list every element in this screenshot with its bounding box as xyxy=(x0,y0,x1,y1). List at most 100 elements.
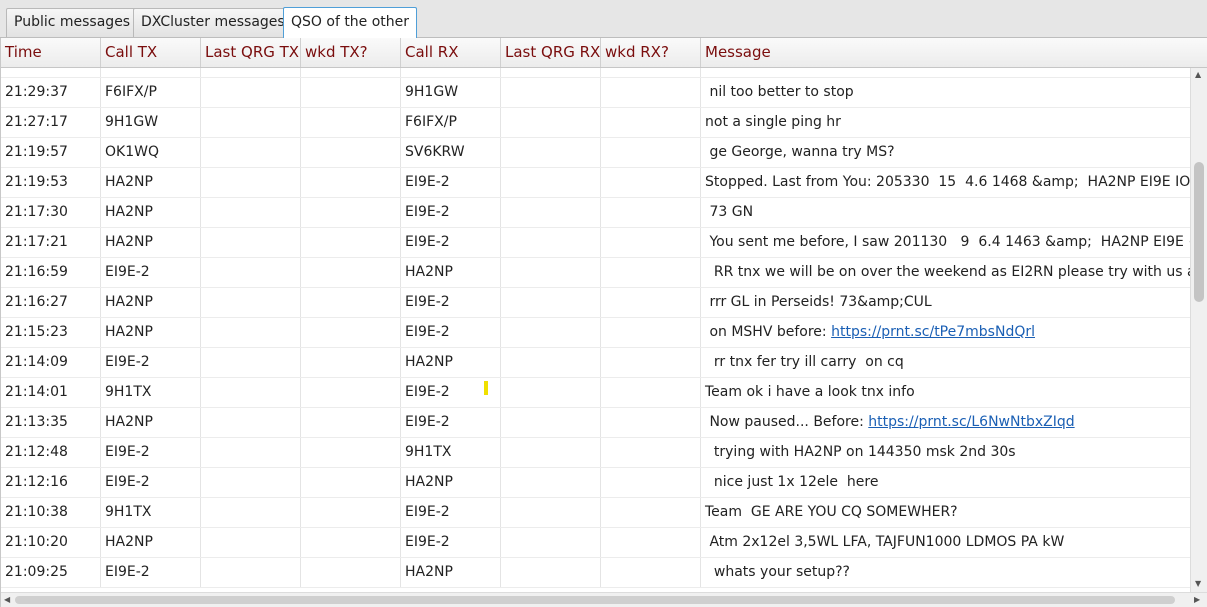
cell-wkd-rx xyxy=(601,498,701,527)
table-row[interactable]: 21:14:09 EI9E-2 HA2NP rr tnx fer try ill c… xyxy=(1,348,1190,378)
column-header-last-qrg-rx[interactable]: Last QRG RX xyxy=(501,38,601,67)
cell-message: not a single ping hr xyxy=(701,108,1190,137)
cell-last-qrg-tx xyxy=(201,78,301,107)
cell-call-rx: EI9E-2 xyxy=(401,168,501,197)
scroll-up-icon[interactable]: ▲ xyxy=(1195,70,1201,80)
cell-wkd-tx xyxy=(301,558,401,587)
cell-time: 21:10:20 xyxy=(1,528,101,557)
table-row[interactable]: 21:17:30 HA2NP EI9E-2 73 GN xyxy=(1,198,1190,228)
cell-wkd-rx xyxy=(601,68,701,77)
cell-call-rx: HA2NP xyxy=(401,348,501,377)
table-row[interactable]: 21:16:59 EI9E-2 HA2NP RR tnx we will be on… xyxy=(1,258,1190,288)
cell-last-qrg-tx xyxy=(201,288,301,317)
table-row[interactable]: 21:14:01 9H1TX EI9E-2 Team ok i have a look… xyxy=(1,378,1190,408)
cell-wkd-rx xyxy=(601,228,701,257)
column-header-message[interactable]: Message xyxy=(701,38,1207,67)
cell-last-qrg-rx xyxy=(501,168,601,197)
cell-message: rr tnx fer try ill carry on cq xyxy=(701,348,1190,377)
column-header-time[interactable]: Time xyxy=(1,38,101,67)
tab-qso-of-the-other[interactable]: QSO of the other xyxy=(283,7,418,38)
cell-call-tx: F6IFX/P xyxy=(101,78,201,107)
cell-wkd-rx xyxy=(601,348,701,377)
cell-time: 21:19:53 xyxy=(1,168,101,197)
cell-last-qrg-tx xyxy=(201,498,301,527)
table-row[interactable]: 21:10:38 9H1TX EI9E-2 Team GE ARE YOU CQ SO… xyxy=(1,498,1190,528)
cell-call-tx: HA2NP xyxy=(101,528,201,557)
cell-last-qrg-tx xyxy=(201,348,301,377)
cell-message: on MSHV before: https://prnt.sc/tPe7mbsN… xyxy=(701,318,1190,347)
scroll-down-icon[interactable]: ▼ xyxy=(1195,579,1201,589)
horizontal-scroll-thumb[interactable] xyxy=(15,596,1175,604)
table-row[interactable]: 21:15:23 HA2NP EI9E-2 on MSHV before: http… xyxy=(1,318,1190,348)
message-link[interactable]: https://prnt.sc/L6NwNtbxZIqd xyxy=(868,414,1074,430)
cell-call-tx xyxy=(101,68,201,77)
horizontal-scrollbar[interactable]: ◀ ▶ xyxy=(1,592,1207,607)
scroll-left-icon[interactable]: ◀ xyxy=(4,595,10,605)
cell-call-tx: EI9E-2 xyxy=(101,558,201,587)
cell-wkd-tx xyxy=(301,318,401,347)
cell-wkd-rx xyxy=(601,528,701,557)
cell-last-qrg-tx xyxy=(201,108,301,137)
cell-wkd-tx xyxy=(301,528,401,557)
cell-wkd-tx xyxy=(301,438,401,467)
cell-wkd-tx xyxy=(301,78,401,107)
table-row[interactable]: 21:17:21 HA2NP EI9E-2 You sent me before, … xyxy=(1,228,1190,258)
cell-wkd-rx xyxy=(601,138,701,167)
cell-call-tx: HA2NP xyxy=(101,198,201,227)
message-link[interactable]: https://prnt.sc/tPe7mbsNdQrl xyxy=(831,324,1035,340)
cell-last-qrg-tx xyxy=(201,198,301,227)
table-row[interactable]: 21:29:37 F6IFX/P 9H1GW nil too better to s… xyxy=(1,78,1190,108)
column-header-last-qrg-tx[interactable]: Last QRG TX xyxy=(201,38,301,67)
message-text: You sent me before, I saw 201130 9 6.4 1… xyxy=(705,234,1190,250)
table-row-partial[interactable] xyxy=(1,68,1190,78)
cell-last-qrg-tx xyxy=(201,318,301,347)
cell-call-tx: 9H1TX xyxy=(101,378,201,407)
tab-dxcluster-messages[interactable]: DXCluster messages xyxy=(133,8,293,37)
cell-wkd-rx xyxy=(601,168,701,197)
vertical-scroll-thumb[interactable] xyxy=(1194,162,1204,302)
table-row[interactable]: 21:16:27 HA2NP EI9E-2 rrr GL in Perseids! … xyxy=(1,288,1190,318)
cell-time: 21:12:48 xyxy=(1,438,101,467)
column-header-call-rx[interactable]: Call RX xyxy=(401,38,501,67)
cell-last-qrg-tx xyxy=(201,468,301,497)
cell-last-qrg-rx xyxy=(501,228,601,257)
cell-last-qrg-rx xyxy=(501,78,601,107)
tab-bar: Public messages DXCluster messages QSO o… xyxy=(0,0,1207,38)
table-row[interactable]: 21:12:16 EI9E-2 HA2NP nice just 1x 12ele h… xyxy=(1,468,1190,498)
cell-last-qrg-rx xyxy=(501,68,601,77)
table-row[interactable]: 21:19:57 OK1WQ SV6KRW ge George, wanna try… xyxy=(1,138,1190,168)
cell-call-rx: HA2NP xyxy=(401,258,501,287)
cell-time: 21:15:23 xyxy=(1,318,101,347)
cell-call-rx: 9H1GW xyxy=(401,78,501,107)
cell-time xyxy=(1,68,101,77)
cell-wkd-tx xyxy=(301,108,401,137)
qso-table: Time Call TX Last QRG TX wkd TX? Call RX… xyxy=(0,38,1207,607)
cell-wkd-rx xyxy=(601,318,701,347)
cell-message xyxy=(701,68,1190,77)
table-row[interactable]: 21:19:53 HA2NP EI9E-2 Stopped. Last from Yo… xyxy=(1,168,1190,198)
table-row[interactable]: 21:12:48 EI9E-2 9H1TX trying with HA2NP on… xyxy=(1,438,1190,468)
cell-call-tx: 9H1TX xyxy=(101,498,201,527)
cell-last-qrg-rx xyxy=(501,498,601,527)
table-row[interactable]: 21:27:17 9H1GW F6IFX/P not a single ping hr xyxy=(1,108,1190,138)
cell-call-rx: EI9E-2 xyxy=(401,198,501,227)
cell-wkd-rx xyxy=(601,78,701,107)
cell-message: You sent me before, I saw 201130 9 6.4 1… xyxy=(701,228,1190,257)
message-text: rr tnx fer try ill carry on cq xyxy=(705,354,904,370)
table-row[interactable]: 21:10:20 HA2NP EI9E-2 Atm 2x12el 3,5WL LFA… xyxy=(1,528,1190,558)
column-header-call-tx[interactable]: Call TX xyxy=(101,38,201,67)
cell-last-qrg-rx xyxy=(501,528,601,557)
scroll-right-icon[interactable]: ▶ xyxy=(1194,595,1200,605)
cell-wkd-tx xyxy=(301,468,401,497)
cell-call-rx: EI9E-2 xyxy=(401,528,501,557)
cell-last-qrg-rx xyxy=(501,108,601,137)
table-row[interactable]: 21:09:25 EI9E-2 HA2NP whats your setup?? xyxy=(1,558,1190,588)
cell-message: Team GE ARE YOU CQ SOMEWHER? xyxy=(701,498,1190,527)
column-header-wkd-tx[interactable]: wkd TX? xyxy=(301,38,401,67)
column-header-wkd-rx[interactable]: wkd RX? xyxy=(601,38,701,67)
cell-wkd-tx xyxy=(301,68,401,77)
table-row[interactable]: 21:13:35 HA2NP EI9E-2 Now paused... Before… xyxy=(1,408,1190,438)
tab-public-messages[interactable]: Public messages xyxy=(6,8,139,37)
cell-call-tx: EI9E-2 xyxy=(101,258,201,287)
vertical-scrollbar[interactable]: ▲ ▼ xyxy=(1190,68,1207,592)
